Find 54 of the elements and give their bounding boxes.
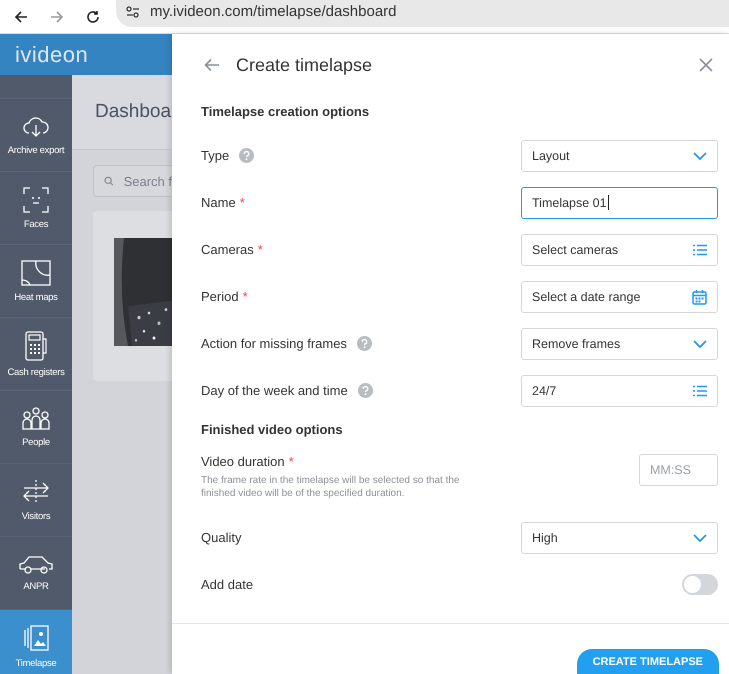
forward-icon[interactable] [50, 10, 64, 24]
date-range-field[interactable]: Select a date range [521, 280, 718, 312]
picker-field[interactable]: Select cameras [521, 234, 718, 266]
list-icon [693, 244, 707, 256]
back-icon[interactable] [14, 10, 28, 24]
toggle-switch[interactable] [682, 574, 718, 595]
chevron-down-icon [693, 152, 707, 160]
dropdown[interactable]: Layout [521, 140, 718, 172]
people-icon [22, 406, 50, 430]
field-label: Quality [201, 530, 242, 545]
hint-text: The frame rate in the timelapse will be selected so that the finished video will be of the specified duration. [201, 474, 460, 500]
search-icon [104, 174, 114, 188]
photo-stack-icon [22, 624, 50, 652]
required-mark: * [242, 289, 248, 304]
help-icon[interactable] [356, 336, 372, 351]
two-way-arrows-icon [22, 478, 50, 504]
required-mark: * [288, 454, 294, 469]
field-label: Day of the week and time [201, 383, 348, 398]
field-label: Add date [201, 577, 254, 592]
required-mark: * [240, 195, 245, 210]
page-title: Dashboa [95, 101, 172, 123]
car-icon [18, 554, 54, 574]
dropdown[interactable]: Remove frames [521, 328, 718, 360]
help-icon[interactable] [358, 383, 373, 398]
field-label: Period [201, 289, 239, 304]
chevron-down-icon [693, 534, 707, 542]
dropdown[interactable]: High [521, 522, 718, 554]
reload-icon[interactable] [86, 10, 100, 24]
heat-map-icon [21, 260, 51, 286]
duration-field[interactable]: MM:SS [639, 454, 718, 486]
picker-field[interactable]: 24/7 [521, 374, 718, 406]
section-title: Finished video options [201, 420, 344, 439]
site-settings-icon[interactable] [126, 6, 140, 18]
drawer-title: Create timelapse [236, 54, 374, 76]
help-icon[interactable] [239, 148, 254, 163]
face-frame-icon [23, 186, 49, 212]
calendar-icon [692, 288, 707, 304]
section-title: Timelapse creation options [201, 102, 370, 121]
field-label: Action for missing frames [201, 336, 347, 351]
back-arrow-icon[interactable] [204, 58, 220, 72]
required-mark: * [258, 242, 263, 257]
list-icon [693, 384, 707, 396]
sidebar-item[interactable]: Timelapse [0, 610, 72, 674]
cash-register-icon [25, 330, 47, 360]
chevron-down-icon [693, 340, 707, 348]
field-label: Cameras [201, 242, 254, 257]
field-label: Name [201, 195, 236, 210]
cloud-download-icon [22, 114, 50, 138]
field-label: Video duration [201, 454, 285, 469]
close-icon[interactable] [699, 58, 713, 72]
field-label: Type [201, 148, 230, 163]
address-bar[interactable]: my.ivideon.com/timelapse/dashboard [116, 0, 729, 26]
camera-card[interactable] [93, 211, 172, 381]
input-field[interactable]: Timelapse 01 [521, 186, 718, 218]
